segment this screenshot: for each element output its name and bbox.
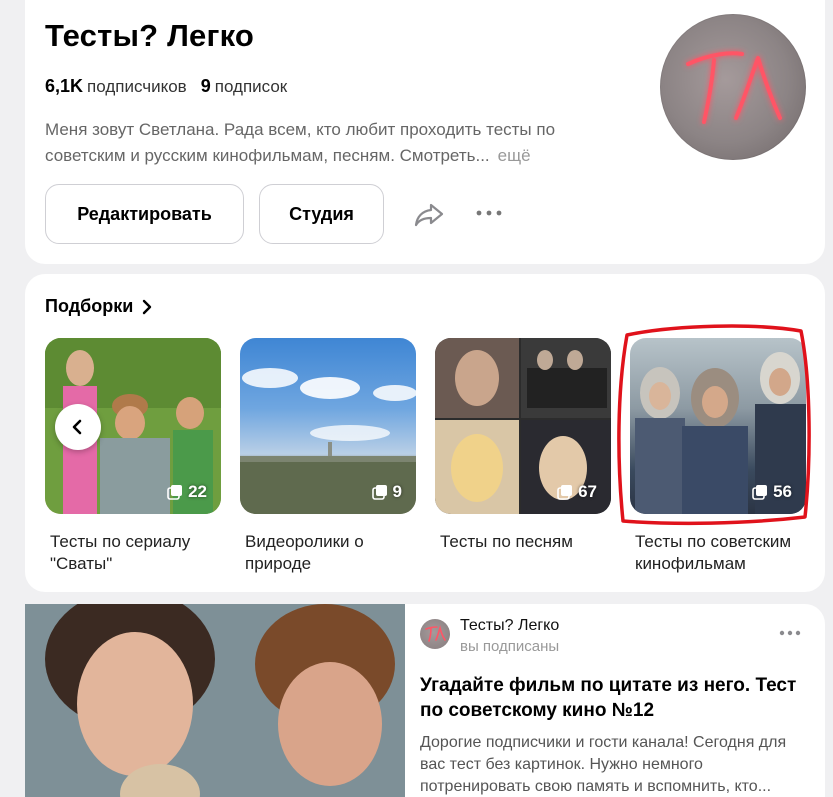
collection-caption[interactable]: Тесты по сериалу "Сваты" xyxy=(50,531,226,575)
collection-count: 9 xyxy=(392,482,402,501)
description-text: Меня зовут Светлана. Рада всем, кто люби… xyxy=(45,120,556,165)
stack-icon xyxy=(752,485,768,500)
stack-icon xyxy=(557,485,573,500)
more-dots-icon[interactable] xyxy=(475,205,503,221)
collection-caption[interactable]: Тесты по песням xyxy=(440,531,616,553)
post-subscription-status: вы подписаны xyxy=(460,638,560,655)
film-still-image xyxy=(25,604,405,797)
chevron-right-icon xyxy=(143,299,152,314)
collection-count: 56 xyxy=(773,482,792,501)
collection-count-badge: 9 xyxy=(371,482,402,502)
collection-caption[interactable]: Видеоролики о природе xyxy=(245,531,421,575)
collection-count-badge: 67 xyxy=(556,482,597,502)
subscriptions-count[interactable]: 9 xyxy=(201,76,211,96)
collection-count-badge: 56 xyxy=(751,482,792,502)
stack-icon xyxy=(167,485,183,500)
post-excerpt: Дорогие подписчики и гости канала! Сегод… xyxy=(420,734,787,795)
collection-thumbnail[interactable]: 9 xyxy=(240,338,416,514)
collection-caption[interactable]: Тесты по советским кинофильмам xyxy=(635,531,811,575)
channel-stats: 6,1K подписчиков 9 подписок xyxy=(45,76,287,97)
subscribers-count: 6,1K xyxy=(45,76,84,96)
description-more-link[interactable]: ещё xyxy=(498,146,531,165)
subscribers-label: подписчиков xyxy=(87,77,187,96)
post-title[interactable]: Угадайте фильм по цитате из него. Тест п… xyxy=(420,673,800,723)
collection-count-badge: 22 xyxy=(166,482,207,502)
stack-icon xyxy=(371,485,387,500)
post-cover-image[interactable] xyxy=(25,604,405,797)
chevron-left-icon xyxy=(72,419,82,435)
share-icon[interactable] xyxy=(412,197,446,231)
carousel-prev-button[interactable] xyxy=(55,404,101,450)
channel-description: Меня зовут Светлана. Рада всем, кто люби… xyxy=(45,117,605,169)
neon-logo-icon xyxy=(425,625,446,642)
collection-thumbnail[interactable]: 67 xyxy=(435,338,611,514)
collection-count: 67 xyxy=(578,482,597,501)
neon-logo-icon xyxy=(686,51,782,124)
channel-avatar[interactable] xyxy=(660,14,806,160)
channel-title: Тесты? Легко xyxy=(45,18,255,53)
studio-button[interactable]: Студия xyxy=(259,184,384,244)
subscriptions-label[interactable]: подписок xyxy=(215,77,288,96)
edit-button[interactable]: Редактировать xyxy=(45,184,244,244)
collection-thumbnail[interactable]: 56 xyxy=(630,338,806,514)
collections-header[interactable]: Подборки xyxy=(45,296,153,317)
collections-title: Подборки xyxy=(45,296,134,316)
post-more-icon[interactable] xyxy=(778,626,802,640)
collection-count: 22 xyxy=(188,482,207,501)
post-author-avatar[interactable] xyxy=(420,619,450,649)
post-author-name[interactable]: Тесты? Легко xyxy=(460,617,559,635)
